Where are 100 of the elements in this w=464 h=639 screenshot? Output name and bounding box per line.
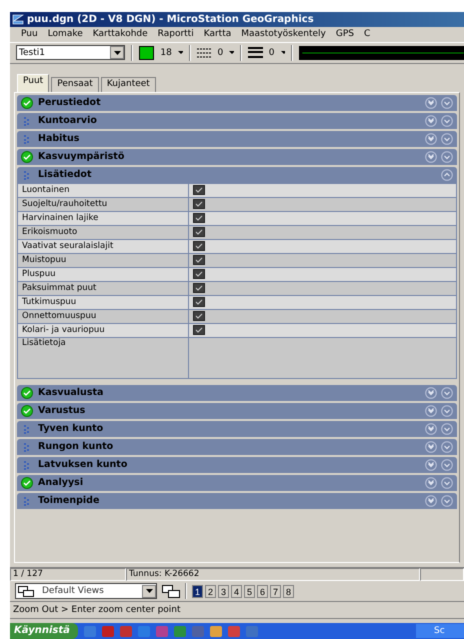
section-title: Tyven kunto (38, 423, 104, 434)
expand-all-icon[interactable] (425, 404, 437, 417)
expand-icon[interactable] (441, 404, 453, 417)
checkbox[interactable] (193, 213, 205, 224)
section-title: Perustiedot (38, 97, 102, 108)
expand-all-icon[interactable] (425, 386, 437, 399)
section-header[interactable]: Varustus (17, 402, 457, 419)
expand-icon[interactable] (441, 458, 453, 471)
menu-item[interactable]: Raportti (152, 29, 199, 40)
command-prompt: Zoom Out > Enter zoom center point (10, 602, 464, 619)
checkbox[interactable] (193, 297, 205, 308)
color-swatch[interactable] (139, 46, 154, 60)
tab[interactable]: Kujanteet (100, 76, 156, 92)
expand-icon[interactable] (441, 114, 453, 127)
section-header[interactable]: Kasvuympäristö (17, 148, 457, 165)
level-dropdown[interactable]: Testi1 (16, 45, 126, 60)
caret-icon (146, 589, 152, 594)
color-number: 18 (160, 48, 172, 58)
menu-item[interactable]: GPS (330, 29, 359, 40)
taskbar-window[interactable]: Sc (416, 624, 464, 638)
line-weight-value: 0 (268, 48, 275, 58)
checkbox[interactable] (193, 283, 205, 294)
section-header[interactable]: Kasvualusta (17, 384, 457, 401)
view-button[interactable]: 1 (192, 584, 203, 598)
view-button[interactable]: 4 (231, 584, 242, 598)
view-button[interactable]: 2 (205, 584, 216, 598)
section-header[interactable]: Tyven kunto (17, 420, 457, 437)
checkbox[interactable] (193, 311, 205, 322)
view-button[interactable]: 7 (270, 584, 281, 598)
expand-all-icon[interactable] (425, 114, 437, 127)
expand-icon[interactable] (441, 150, 453, 163)
expand-all-icon[interactable] (425, 132, 437, 145)
field-label: Suojeltu/rauhoitettu (18, 198, 188, 211)
windows-icon[interactable] (162, 584, 180, 598)
expand-icon[interactable] (441, 386, 453, 399)
view-button[interactable]: 3 (218, 584, 229, 598)
checkbox[interactable] (193, 241, 205, 252)
caret-icon[interactable] (229, 51, 234, 54)
expand-all-icon[interactable] (425, 422, 437, 435)
menu-item[interactable]: Kartta (198, 29, 236, 40)
views-dropdown[interactable]: Default Views (15, 583, 157, 600)
expand-icon[interactable] (441, 422, 453, 435)
collapse-icon[interactable] (441, 168, 453, 181)
section-header[interactable]: Analyysi (17, 474, 457, 491)
section-title: Lisätiedot (38, 169, 92, 180)
caret-icon[interactable] (280, 51, 286, 54)
checkbox[interactable] (193, 325, 205, 336)
menu-item[interactable]: C (359, 29, 376, 40)
record-count: 1 / 127 (10, 568, 126, 582)
menu-item[interactable]: Puu (16, 29, 43, 40)
windows-icon (18, 586, 34, 597)
checkbox[interactable] (193, 199, 205, 210)
section-header[interactable]: Lisätiedot (17, 166, 457, 183)
expand-icon[interactable] (441, 440, 453, 453)
field-label: Harvinainen lajike (18, 212, 188, 225)
expand-all-icon[interactable] (425, 440, 437, 453)
notes-field[interactable] (189, 338, 456, 378)
view-button[interactable]: 6 (257, 584, 268, 598)
section-header[interactable]: Perustiedot (17, 94, 457, 111)
section-header[interactable]: Toimenpide (17, 492, 457, 509)
section-header[interactable]: Rungon kunto (17, 438, 457, 455)
section-title: Kuntoarvio (38, 115, 98, 126)
caret-icon[interactable] (178, 51, 183, 54)
section-header[interactable]: Latvuksen kunto (17, 456, 457, 473)
expand-icon[interactable] (441, 476, 453, 489)
checkbox[interactable] (193, 269, 205, 280)
checkbox[interactable] (193, 185, 205, 196)
section-title: Toimenpide (38, 495, 100, 506)
record-id: Tunnus: K-26662 (126, 568, 420, 582)
expand-icon[interactable] (441, 96, 453, 109)
expand-all-icon[interactable] (425, 458, 437, 471)
section-title: Kasvualusta (38, 387, 104, 398)
start-button[interactable]: Käynnistä (10, 623, 78, 639)
expand-icon[interactable] (441, 494, 453, 507)
menu-item[interactable]: Karttakohde (88, 29, 153, 40)
expand-icon[interactable] (441, 132, 453, 145)
field-label: Kolari- ja vauriopuu (18, 324, 188, 337)
field-label: Erikoismuoto (18, 226, 188, 239)
view-button[interactable]: 8 (283, 584, 294, 598)
field-label: Luontainen (18, 184, 188, 197)
menu-item[interactable]: Lomake (42, 29, 88, 40)
section-title: Varustus (38, 405, 86, 416)
menu-item[interactable]: Maastotyöskentely (236, 29, 331, 40)
checkbox[interactable] (193, 255, 205, 266)
line-weight-icon (248, 46, 263, 59)
section-title: Kasvuympäristö (38, 151, 126, 162)
field-label: Lisätietoja (18, 338, 188, 378)
expand-all-icon[interactable] (425, 494, 437, 507)
checkbox[interactable] (193, 227, 205, 238)
section-header[interactable]: Kuntoarvio (17, 112, 457, 129)
view-button[interactable]: 5 (244, 584, 255, 598)
field-label: Vaativat seuralaislajit (18, 240, 188, 253)
tab[interactable]: Puut (17, 74, 50, 92)
expand-all-icon[interactable] (425, 476, 437, 489)
tab[interactable]: Pensaat (51, 76, 99, 92)
expand-all-icon[interactable] (425, 150, 437, 163)
section-header[interactable]: Habitus (17, 130, 457, 147)
section-title: Habitus (38, 133, 80, 144)
expand-all-icon[interactable] (425, 96, 437, 109)
field-label: Muistopuu (18, 254, 188, 267)
